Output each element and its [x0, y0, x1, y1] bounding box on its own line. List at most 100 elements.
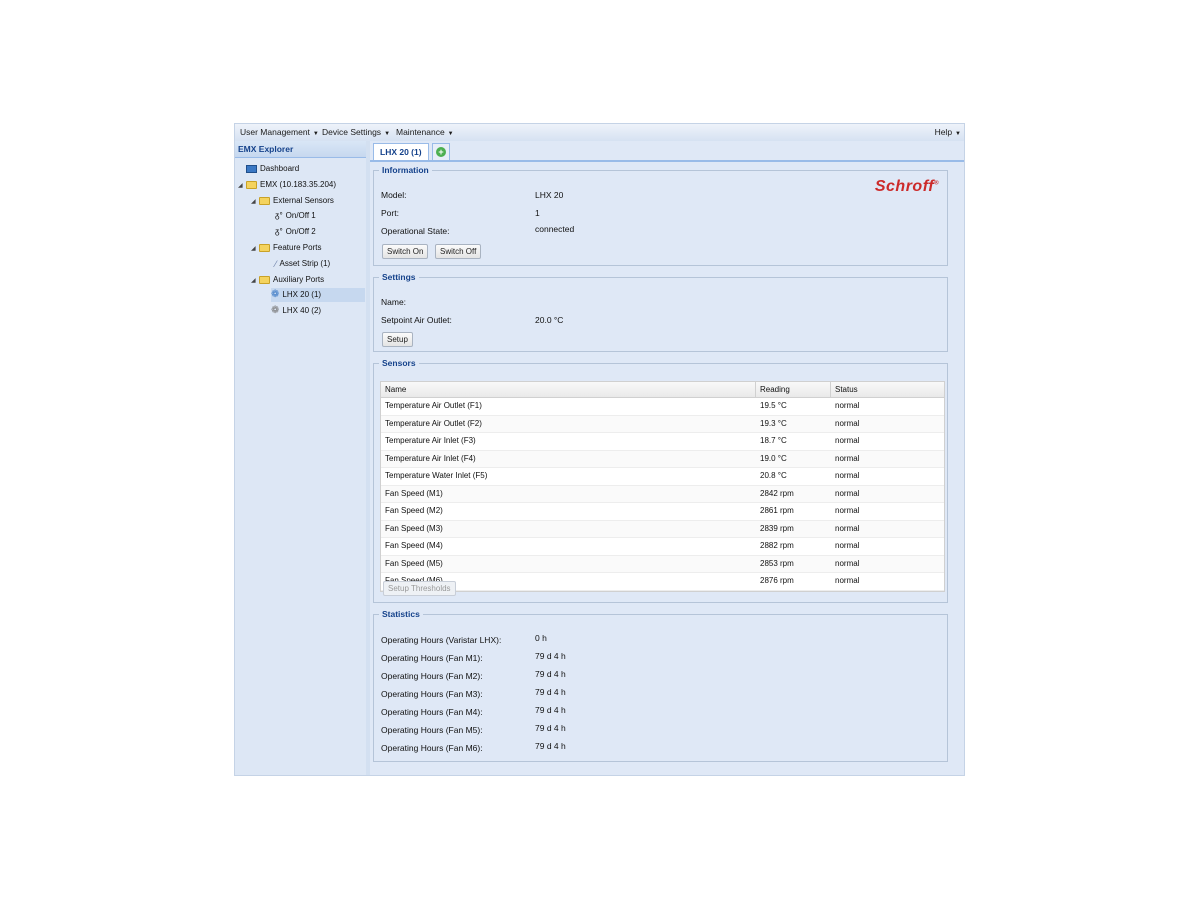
table-row[interactable]: Fan Speed (M1) 2842 rpm normal: [381, 485, 944, 503]
switch-sensor-icon: ᵹ°: [275, 211, 283, 220]
tree-label: EMX (10.183.35.204): [260, 180, 337, 189]
statistic-label: Operating Hours (Fan M1):: [381, 653, 483, 663]
tree-item-onoff-2[interactable]: ᵹ° On/Off 2: [275, 225, 316, 239]
table-row[interactable]: Temperature Water Inlet (F5) 20.8 °C norma…: [381, 468, 944, 486]
chevron-down-icon: ▼: [384, 131, 391, 137]
collapse-arrow-icon[interactable]: ◢: [251, 195, 259, 209]
statistic-label: Operating Hours (Fan M3):: [381, 689, 483, 699]
schroff-logo: Schroff®: [875, 178, 939, 196]
menu-user-management[interactable]: User Management ▼: [240, 127, 319, 137]
cell-name: Fan Speed (M3): [385, 523, 443, 533]
tab-lhx20[interactable]: LHX 20 (1): [373, 143, 429, 160]
operational-state-value: connected: [535, 224, 575, 234]
tree-item-onoff-1[interactable]: ᵹ° On/Off 1: [275, 209, 316, 223]
cell-name: Temperature Air Inlet (F3): [385, 436, 476, 445]
cell-reading: 19.3 °C: [760, 418, 787, 428]
table-row[interactable]: Fan Speed (M3) 2839 rpm normal: [381, 520, 944, 538]
table-row[interactable]: Temperature Air Inlet (F4) 19.0 °C normal: [381, 450, 944, 468]
switch-on-button[interactable]: Switch On: [382, 244, 429, 259]
column-header-reading[interactable]: Reading: [756, 382, 831, 397]
table-row[interactable]: Fan Speed (M2) 2861 rpm normal: [381, 503, 944, 521]
cell-reading: 2876 rpm: [760, 576, 794, 585]
cell-name: Temperature Water Inlet (F5): [385, 471, 488, 480]
cell-reading: 20.8 °C: [760, 471, 787, 480]
chevron-down-icon: ▼: [312, 131, 319, 137]
cell-status: normal: [835, 506, 860, 515]
cell-reading: 2882 rpm: [760, 541, 794, 550]
emx-web-app: User Management ▼ Device Settings ▼ Mainte…: [234, 123, 965, 776]
statistic-label: Operating Hours (Fan M6):: [381, 743, 483, 753]
add-tab-button[interactable]: +: [432, 143, 450, 160]
cell-reading: 19.0 °C: [760, 453, 787, 463]
table-row[interactable]: Fan Speed (M4) 2882 rpm normal: [381, 538, 944, 556]
tree-label: On/Off 1: [285, 211, 316, 221]
logo-text: Schroff: [874, 178, 935, 195]
table-row[interactable]: Temperature Air Inlet (F3) 18.7 °C normal: [381, 433, 944, 451]
tree-item-lhx20[interactable]: ❁ LHX 20 (1): [271, 288, 365, 302]
tree-label: LHX 40 (2): [282, 306, 322, 316]
tree-item-external-sensors[interactable]: ◢ External Sensors: [251, 194, 334, 208]
menu-label: Help: [934, 127, 953, 137]
tree-item-lhx40[interactable]: ❁ LHX 40 (2): [271, 304, 321, 318]
setpoint-air-outlet-label: Setpoint Air Outlet:: [381, 315, 452, 325]
tree-item-emx[interactable]: ◢ EMX (10.183.35.204): [238, 178, 336, 192]
tree-item-asset-strip[interactable]: ⁄ Asset Strip (1): [275, 257, 330, 271]
statistic-value: 79 d 4 h: [535, 651, 566, 661]
table-row[interactable]: Temperature Air Outlet (F2) 19.3 °C normal: [381, 415, 944, 433]
cell-status: normal: [835, 576, 860, 585]
statistic-label: Operating Hours (Fan M2):: [381, 671, 483, 681]
cell-reading: 2853 rpm: [760, 558, 794, 568]
folder-icon: [259, 196, 270, 205]
collapse-arrow-icon[interactable]: ◢: [238, 179, 246, 193]
cell-name: Fan Speed (M5): [385, 558, 443, 568]
menu-device-settings[interactable]: Device Settings ▼: [322, 127, 390, 137]
tab-strip: LHX 20 (1) +: [370, 141, 964, 162]
model-label: Model:: [381, 190, 407, 200]
folder-icon: [259, 243, 270, 252]
cell-status: normal: [835, 453, 860, 463]
table-row[interactable]: Fan Speed (M6)2876 rpmnormal: [381, 573, 944, 591]
sensor-rows: Temperature Air Outlet (F1) 19.5 °C normal…: [381, 398, 944, 591]
settings-panel: Settings Name: Setpoint Air Outlet: 20.0…: [373, 272, 948, 352]
dashboard-icon: [246, 164, 257, 173]
tree-item-feature-ports[interactable]: ◢ Feature Ports: [251, 241, 321, 255]
sensors-panel: Sensors Name Reading Status Temperature …: [373, 358, 948, 603]
cell-name: Fan Speed (M1): [385, 488, 443, 498]
sensors-grid: Name Reading Status Temperature Air Outl…: [380, 381, 945, 592]
collapse-arrow-icon[interactable]: ◢: [251, 274, 259, 288]
statistic-value: 79 d 4 h: [535, 741, 566, 751]
column-header-name[interactable]: Name: [381, 382, 756, 397]
cell-name: Fan Speed (M2): [385, 506, 443, 515]
tree-item-dashboard[interactable]: Dashboard: [246, 162, 299, 176]
statistic-value: 0 h: [535, 633, 547, 643]
cell-name: Temperature Air Outlet (F1): [385, 401, 482, 410]
cell-reading: 19.5 °C: [760, 401, 787, 410]
statistics-legend: Statistics: [382, 609, 420, 619]
information-panel: Information Model: LHX 20 Port: 1 Operat…: [373, 165, 948, 266]
statistic-label: Operating Hours (Fan M5):: [381, 725, 483, 735]
name-label: Name:: [381, 297, 407, 307]
cell-status: normal: [835, 418, 860, 428]
cell-status: normal: [835, 488, 860, 498]
cell-reading: 2842 rpm: [760, 488, 794, 498]
setup-button[interactable]: Setup: [382, 332, 413, 347]
cell-name: Fan Speed (M4): [385, 541, 443, 550]
cell-name: Temperature Air Outlet (F2): [385, 418, 482, 428]
cell-status: normal: [835, 523, 860, 533]
menu-help[interactable]: Help ▼: [935, 127, 961, 137]
port-label: Port:: [381, 208, 399, 218]
menubar: User Management ▼ Device Settings ▼ Mainte…: [235, 124, 964, 142]
menu-label: Maintenance: [396, 127, 445, 137]
setup-thresholds-button[interactable]: Setup Thresholds: [383, 581, 456, 596]
table-row[interactable]: Temperature Air Outlet (F1) 19.5 °C normal: [381, 398, 944, 416]
operational-state-label: Operational State:: [381, 226, 450, 236]
switch-off-button[interactable]: Switch Off: [435, 244, 482, 259]
switch-sensor-icon: ᵹ°: [275, 227, 283, 236]
collapse-arrow-icon[interactable]: ◢: [251, 242, 259, 256]
tree-item-auxiliary-ports[interactable]: ◢ Auxiliary Ports: [251, 273, 324, 287]
main-panel: LHX 20 (1) + Information Model: LHX 20 P…: [370, 141, 964, 775]
column-header-status[interactable]: Status: [831, 382, 944, 397]
table-row[interactable]: Fan Speed (M5) 2853 rpm normal: [381, 555, 944, 573]
menu-maintenance[interactable]: Maintenance ▼: [396, 127, 454, 137]
logo-mark: ®: [934, 180, 939, 187]
